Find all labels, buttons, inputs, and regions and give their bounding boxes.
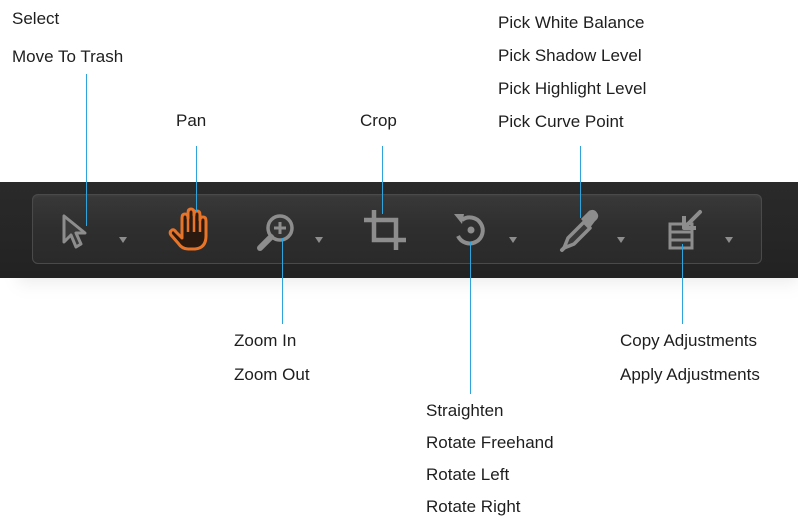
zoom-out-label: Zoom Out xyxy=(234,365,310,384)
zoom-in-icon xyxy=(257,214,294,251)
adjustments-tool-button[interactable] xyxy=(664,202,708,258)
straighten-tool-button[interactable] xyxy=(448,202,494,258)
adjustments-leader-line xyxy=(682,244,683,324)
pan-tool-button[interactable] xyxy=(166,202,210,258)
crop-label: Crop xyxy=(360,111,397,130)
eyedropper-icon xyxy=(560,209,599,252)
select-tool-button[interactable] xyxy=(58,202,102,258)
select-leader-line xyxy=(86,74,87,226)
rotate-left-label: Rotate Left xyxy=(426,465,510,484)
straighten-tool-dropdown-caret[interactable] xyxy=(508,236,518,244)
pick-highlight-level-label: Pick Highlight Level xyxy=(498,79,647,98)
move-to-trash-label: Move To Trash xyxy=(12,47,124,66)
zoom-in-label: Zoom In xyxy=(234,331,297,350)
copy-adjustments-label: Copy Adjustments xyxy=(620,331,758,350)
crop-leader-line xyxy=(382,146,383,214)
pick-color-tool-button[interactable] xyxy=(556,202,602,258)
pick-white-balance-label: Pick White Balance xyxy=(498,13,645,32)
toolbar-diagram: Select Move To Trash Pan Crop Pick White… xyxy=(0,0,798,518)
adjustments-tool-dropdown-caret[interactable] xyxy=(724,236,734,244)
pick-color-leader-line xyxy=(580,146,581,218)
straighten-label: Straighten xyxy=(426,401,504,420)
zoom-leader-line xyxy=(282,238,283,324)
zoom-tool-button[interactable] xyxy=(250,202,300,258)
select-tool-dropdown-caret[interactable] xyxy=(118,236,128,244)
zoom-tool-dropdown-caret[interactable] xyxy=(314,236,324,244)
pick-curve-point-label: Pick Curve Point xyxy=(498,112,624,131)
rotate-freehand-label: Rotate Freehand xyxy=(426,433,554,452)
crop-tool-button[interactable] xyxy=(360,202,410,258)
pick-color-tool-dropdown-caret[interactable] xyxy=(616,236,626,244)
pan-label: Pan xyxy=(176,111,207,130)
crop-icon xyxy=(364,210,406,250)
select-label: Select xyxy=(12,9,60,28)
apply-adjustments-label: Apply Adjustments xyxy=(620,365,760,384)
hand-icon xyxy=(168,207,208,251)
pick-shadow-level-label: Pick Shadow Level xyxy=(498,46,642,65)
straighten-leader-line xyxy=(470,242,471,394)
copy-adjustments-icon xyxy=(668,210,702,250)
arrow-pointer-icon xyxy=(62,214,87,249)
rotate-icon xyxy=(454,214,485,246)
pan-leader-line xyxy=(196,146,197,212)
